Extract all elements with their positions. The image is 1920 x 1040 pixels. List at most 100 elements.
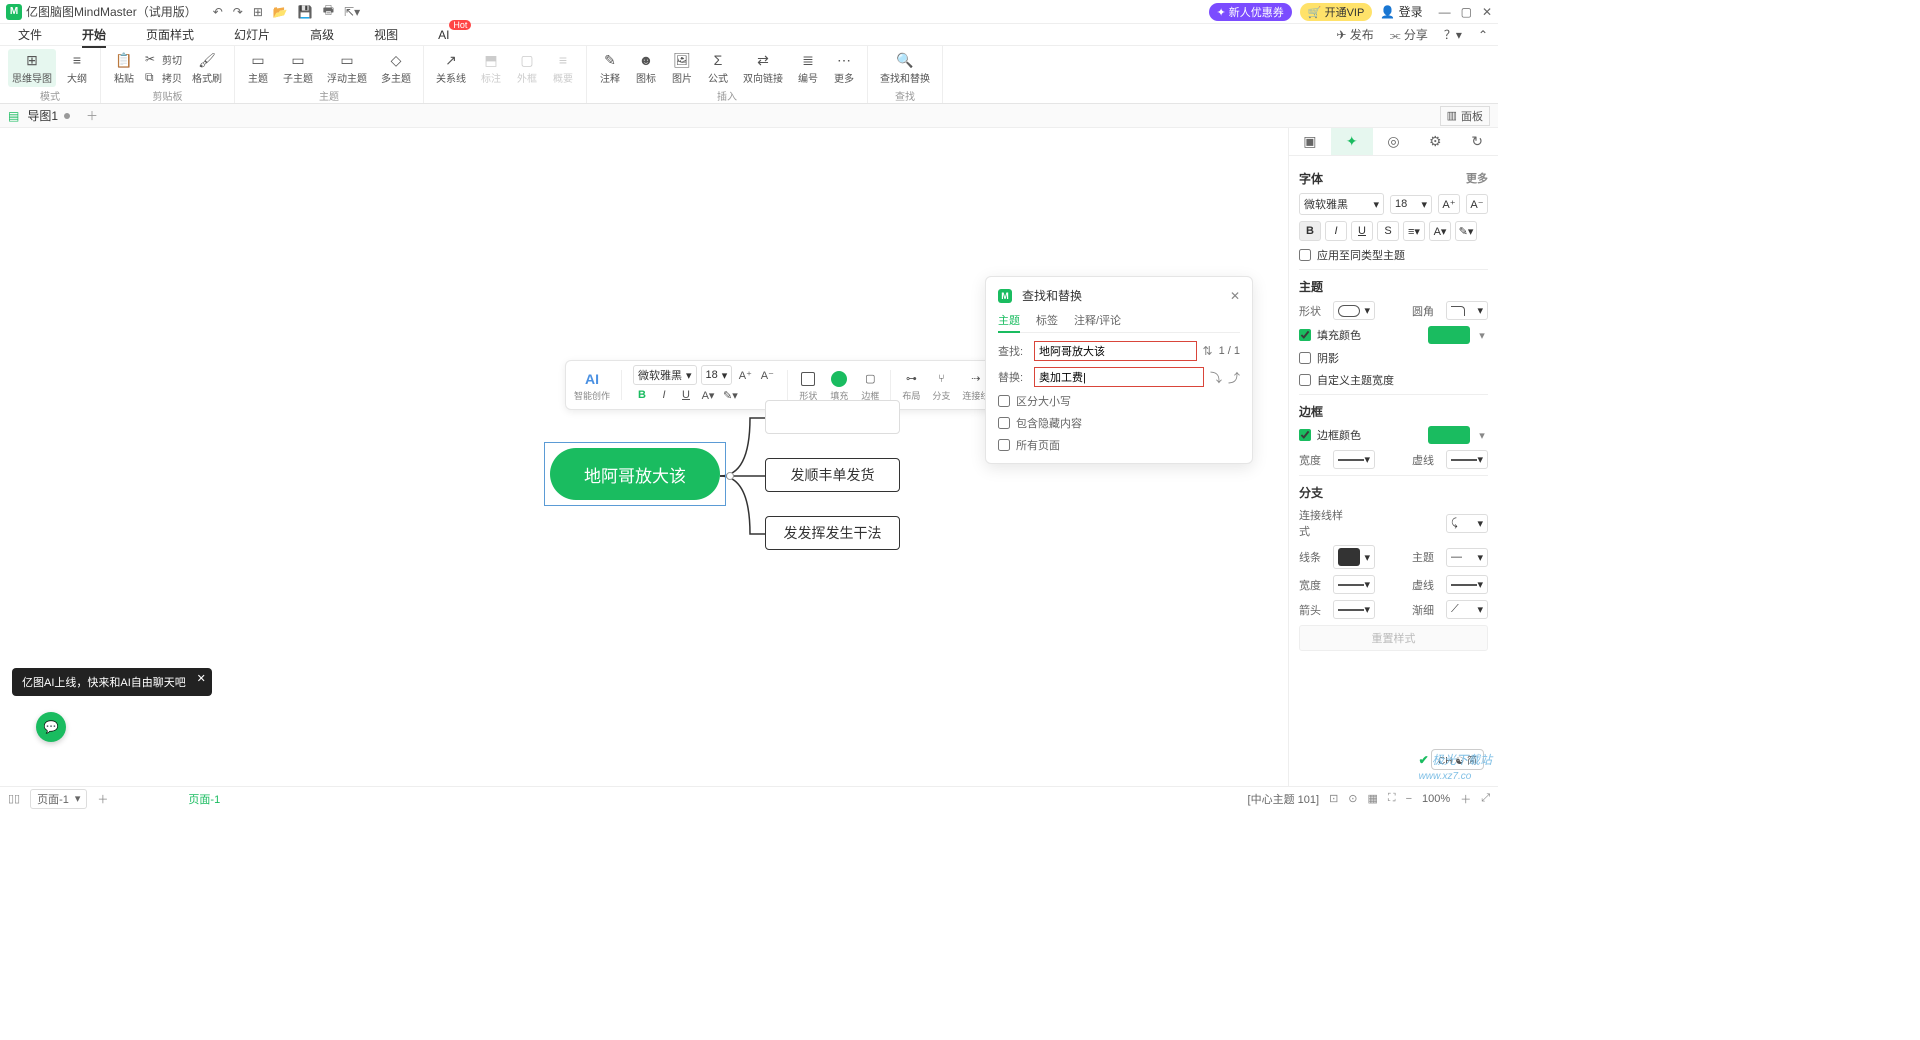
doc-tab[interactable]: 导图1 — [19, 105, 78, 126]
tab-ai[interactable]: AIHot — [438, 28, 449, 42]
ai-button[interactable]: AI — [583, 370, 601, 388]
tool-topic[interactable]: ▭主题 — [243, 49, 273, 87]
ai-fab-button[interactable]: 💬 — [36, 712, 66, 742]
close-icon[interactable]: ✕ — [1230, 289, 1240, 303]
tool-numbering[interactable]: ≣编号 — [793, 49, 823, 87]
ai-bubble-close-icon[interactable]: ✕ — [197, 672, 206, 685]
tab-view[interactable]: 视图 — [374, 26, 398, 43]
find-nav-icon[interactable]: ⇅ — [1203, 344, 1213, 358]
add-tab-button[interactable]: ＋ — [86, 107, 98, 124]
new-icon[interactable]: ⊞ — [253, 5, 263, 19]
sp-border-color-check[interactable] — [1299, 429, 1311, 441]
replace-all-icon[interactable]: ⤴ — [1228, 369, 1240, 386]
sp-italic[interactable]: I — [1325, 221, 1347, 241]
tool-bidirectional-link[interactable]: ⇄双向链接 — [739, 49, 787, 87]
sp-tab-format[interactable]: ✦ — [1331, 128, 1373, 155]
tool-copy[interactable]: ⧉拷贝 — [145, 68, 182, 86]
sb-expand-icon[interactable]: ⤢ — [1481, 792, 1490, 805]
sp-line-color[interactable]: ▾ — [1333, 545, 1375, 569]
print-icon[interactable]: 🖶 — [323, 1, 334, 22]
open-icon[interactable]: 📂 — [273, 5, 288, 19]
panel-toggle-button[interactable]: ▥ 面板 — [1440, 106, 1490, 126]
sp-border-width[interactable]: ▾ — [1333, 450, 1375, 469]
sp-font-size[interactable]: 18▾ — [1390, 195, 1432, 214]
shape-button[interactable] — [799, 370, 817, 388]
page-selector[interactable]: 页面-1▾ — [30, 789, 87, 809]
font-more-link[interactable]: 更多 — [1466, 170, 1488, 186]
zoom-out-icon[interactable]: − — [1406, 793, 1412, 805]
tab-advanced[interactable]: 高级 — [310, 26, 334, 43]
tab-slideshow[interactable]: 幻灯片 — [234, 26, 270, 43]
central-topic[interactable]: 地阿哥放大该 — [550, 448, 720, 500]
connector-button[interactable]: ⇢ — [967, 370, 985, 388]
zoom-in-icon[interactable]: ＋ — [1460, 791, 1471, 807]
minimize-icon[interactable]: — — [1439, 5, 1451, 19]
font-color-button[interactable]: A▾ — [699, 386, 717, 404]
collapse-ribbon-icon[interactable]: ⌃ — [1478, 28, 1488, 42]
tool-outline-mode[interactable]: ≡大纲 — [62, 49, 92, 87]
sp-shadow-check[interactable] — [1299, 352, 1311, 364]
child-topic-3[interactable]: 发发挥发生干法 — [765, 516, 900, 550]
italic-button[interactable]: I — [655, 386, 673, 404]
font-size-select[interactable]: 18 ▾ — [701, 365, 733, 385]
sp-taper-style[interactable]: ⟋▾ — [1446, 600, 1488, 619]
new-user-coupon-badge[interactable]: ✦ 新人优惠券 — [1209, 3, 1292, 21]
sb-pages-icon[interactable]: ▯▯ — [8, 792, 20, 805]
sb-add-page-icon[interactable]: ＋ — [97, 791, 108, 807]
replace-input[interactable] — [1034, 367, 1204, 387]
sp-bold[interactable]: B — [1299, 221, 1321, 241]
tool-paste[interactable]: 📋粘贴 — [109, 49, 139, 87]
tool-mindmap-mode[interactable]: ⊞思维导图 — [8, 49, 56, 87]
share-button[interactable]: ⫘ 分享 — [1390, 26, 1428, 43]
sb-center-icon[interactable]: ⊙ — [1348, 792, 1357, 805]
layout-button[interactable]: ⊶ — [902, 370, 920, 388]
fp-tab-topic[interactable]: 主题 — [998, 312, 1020, 333]
branch-button[interactable]: ⑂ — [932, 370, 950, 388]
sp-align[interactable]: ≡▾ — [1403, 221, 1425, 241]
sp-branch-theme[interactable]: —▾ — [1446, 548, 1488, 567]
opt-all-pages[interactable]: 所有页面 — [998, 437, 1240, 453]
underline-button[interactable]: U — [677, 386, 695, 404]
tool-image[interactable]: 🖼图片 — [667, 49, 697, 87]
login-button[interactable]: 👤 登录 — [1380, 3, 1422, 20]
maximize-icon[interactable]: ▢ — [1461, 5, 1472, 19]
page-name[interactable]: 页面-1 — [188, 791, 220, 807]
tab-start[interactable]: 开始 — [82, 26, 106, 43]
tab-page-style[interactable]: 页面样式 — [146, 26, 194, 43]
sp-font-grow-icon[interactable]: A⁺ — [1438, 194, 1460, 214]
sp-strike[interactable]: S — [1377, 221, 1399, 241]
tool-multi-topic[interactable]: ◇多主题 — [377, 49, 415, 87]
sp-font-shrink-icon[interactable]: A⁻ — [1466, 194, 1488, 214]
sp-underline[interactable]: U — [1351, 221, 1373, 241]
tab-file[interactable]: 文件 — [18, 26, 42, 43]
sp-fill-check[interactable] — [1299, 329, 1311, 341]
sp-branch-width[interactable]: ▾ — [1333, 575, 1375, 594]
export-icon[interactable]: ⇱▾ — [344, 5, 360, 19]
bold-button[interactable]: B — [633, 386, 651, 404]
sp-arrow-style[interactable]: ▾ — [1333, 600, 1375, 619]
sp-border-color[interactable] — [1428, 426, 1470, 444]
sp-tab-settings[interactable]: ⚙ — [1414, 128, 1456, 155]
undo-icon[interactable]: ↶ — [213, 5, 223, 19]
tool-subtopic[interactable]: ▭子主题 — [279, 49, 317, 87]
sb-grid-icon[interactable]: ▦ — [1368, 792, 1378, 805]
sp-shape-select[interactable]: ▾ — [1333, 301, 1375, 320]
sp-highlight[interactable]: ✎▾ — [1455, 221, 1477, 241]
sp-conn-style[interactable]: ⤹▾ — [1446, 514, 1488, 533]
tool-format-painter[interactable]: 🖌格式刷 — [188, 49, 226, 87]
fill-button[interactable] — [829, 370, 849, 388]
fp-tab-note[interactable]: 注释/评论 — [1074, 312, 1121, 328]
sp-tab-style[interactable]: ▣ — [1289, 128, 1331, 155]
opt-case-sensitive[interactable]: 区分大小写 — [998, 393, 1240, 409]
sp-custom-width-check[interactable] — [1299, 374, 1311, 386]
sb-fullscreen-icon[interactable]: ⛶ — [1388, 792, 1396, 805]
highlight-button[interactable]: ✎▾ — [721, 386, 740, 404]
sp-font-family[interactable]: 微软雅黑▾ — [1299, 193, 1384, 215]
border-button[interactable]: ▢ — [861, 370, 879, 388]
sp-border-dash[interactable]: ▾ — [1446, 450, 1488, 469]
sp-branch-dash[interactable]: ▾ — [1446, 575, 1488, 594]
sb-fit-icon[interactable]: ⊡ — [1329, 792, 1338, 805]
sp-tab-history[interactable]: ↻ — [1456, 128, 1498, 155]
find-input[interactable] — [1034, 341, 1197, 361]
save-icon[interactable]: 💾 — [298, 5, 313, 19]
